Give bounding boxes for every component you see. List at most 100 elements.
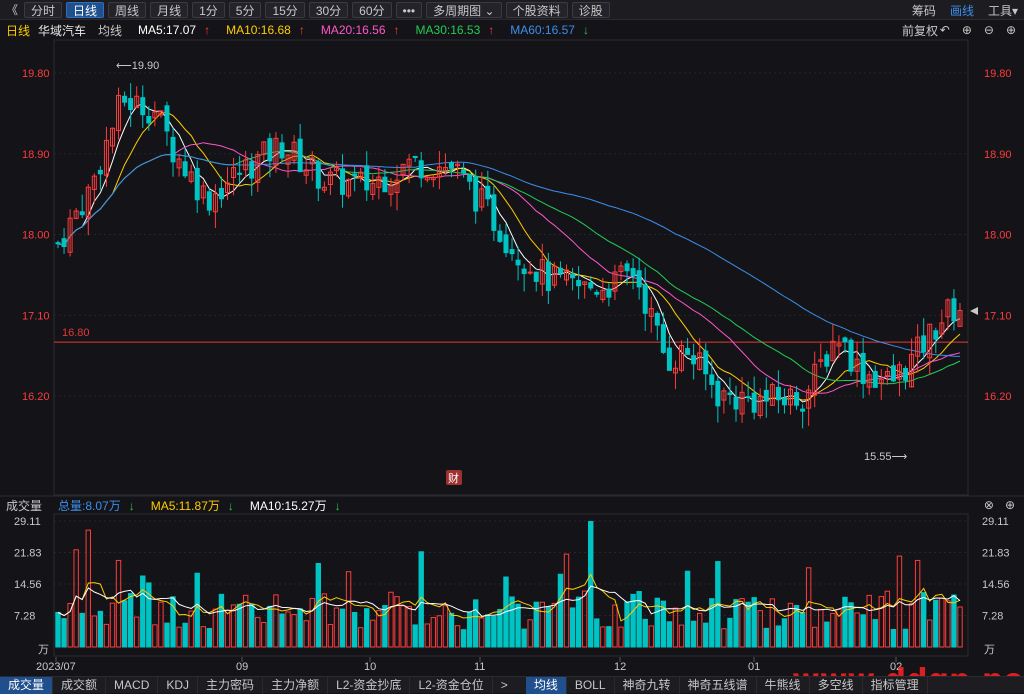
candle-body bbox=[521, 268, 527, 275]
volume-bar bbox=[55, 611, 61, 648]
indicator-tab-14[interactable]: 多空线 bbox=[810, 676, 863, 694]
volume-bar bbox=[787, 602, 794, 648]
volume-bar bbox=[812, 626, 818, 648]
volume-bar bbox=[648, 625, 654, 648]
price-tick-label-right: 19.80 bbox=[984, 68, 1012, 80]
candle-body bbox=[660, 324, 666, 353]
candle-body bbox=[267, 138, 273, 162]
volume-tick-label-left: 7.28 bbox=[14, 610, 35, 622]
candle-body bbox=[364, 165, 370, 191]
volume-bar bbox=[430, 617, 437, 648]
reference-line-label: 16.80 bbox=[62, 327, 90, 339]
indicator-tab-1[interactable]: 成交额 bbox=[53, 676, 107, 694]
indicator-tab-7[interactable]: L2-资金仓位 bbox=[410, 676, 493, 694]
volume-bar bbox=[479, 617, 485, 648]
volume-bar bbox=[127, 593, 134, 648]
volume-tick-label-right: 29.11 bbox=[982, 516, 1009, 528]
volume-bar bbox=[91, 615, 98, 648]
indicator-tab-15[interactable]: 指标管理 bbox=[863, 676, 928, 694]
indicator-tab-10[interactable]: BOLL bbox=[567, 676, 615, 694]
candle-body bbox=[412, 155, 418, 159]
indicator-tab-6[interactable]: L2-资金抄底 bbox=[328, 676, 411, 694]
price-tick-label-right: 17.10 bbox=[984, 310, 1012, 322]
volume-bar bbox=[600, 626, 606, 648]
volume-bar bbox=[557, 573, 564, 648]
volume-bar bbox=[890, 628, 897, 648]
volume-bar bbox=[291, 613, 297, 648]
candle-body bbox=[315, 161, 321, 189]
kline-chart[interactable]: 19.80 19.80 18.90 18.90 18.00 18.00 17.10 17.10… bbox=[0, 0, 1024, 693]
volume-bar bbox=[624, 601, 630, 648]
volume-bar bbox=[660, 600, 667, 648]
candle-body bbox=[382, 176, 388, 193]
candle-body bbox=[140, 97, 146, 116]
volume-bar bbox=[442, 605, 449, 648]
price-tick-label-left: 19.80 bbox=[22, 68, 50, 80]
candles bbox=[55, 83, 963, 429]
candle-body bbox=[340, 168, 346, 195]
indicator-tab-3[interactable]: KDJ bbox=[158, 676, 199, 694]
volume-bar bbox=[79, 612, 85, 648]
volume-bar bbox=[285, 611, 291, 648]
volume-bar bbox=[739, 598, 745, 648]
indicator-tab-8[interactable]: > bbox=[493, 677, 516, 694]
indicator-tab-2[interactable]: MACD bbox=[106, 676, 159, 694]
candle-body bbox=[781, 397, 787, 406]
candle-body bbox=[485, 185, 491, 200]
volume-bar bbox=[436, 615, 443, 648]
volume-bar bbox=[236, 603, 243, 648]
indicator-tab-0[interactable]: 成交量 bbox=[0, 676, 54, 694]
volume-bar bbox=[551, 602, 558, 648]
indicator-tab-11[interactable]: 神奇九转 bbox=[615, 676, 680, 694]
volume-bar bbox=[939, 597, 945, 648]
finance-badge-label: 财 bbox=[448, 471, 459, 485]
volume-bar bbox=[575, 596, 582, 648]
volume-bar bbox=[581, 590, 588, 648]
time-label: 01 bbox=[748, 661, 760, 673]
volume-bar bbox=[370, 619, 376, 648]
volume-bar bbox=[933, 599, 939, 648]
volume-bar bbox=[406, 605, 412, 648]
volume-bar bbox=[527, 619, 533, 648]
volume-bar bbox=[727, 617, 733, 648]
candle-body bbox=[194, 167, 200, 201]
candle-body bbox=[903, 368, 909, 381]
candle-body bbox=[751, 392, 757, 413]
candle-body bbox=[164, 105, 170, 132]
candle-body bbox=[727, 392, 733, 396]
candle-body bbox=[654, 313, 660, 326]
volume-bar bbox=[115, 559, 122, 648]
volume-bar bbox=[866, 594, 872, 648]
volume-bar bbox=[854, 612, 860, 648]
candle-body bbox=[800, 408, 806, 412]
volume-bar bbox=[73, 549, 79, 648]
volume-bar bbox=[696, 612, 703, 648]
candle-body bbox=[497, 230, 503, 242]
volume-bar bbox=[200, 626, 206, 648]
candle-body bbox=[206, 191, 212, 211]
volume-bar bbox=[842, 596, 848, 648]
indicator-tab-9[interactable]: 均线 bbox=[525, 676, 567, 694]
candle-body bbox=[630, 268, 636, 277]
indicator-tab-5[interactable]: 主力净额 bbox=[263, 676, 329, 694]
candle-body bbox=[606, 288, 612, 298]
volume-bar bbox=[690, 620, 697, 648]
candle-body bbox=[588, 282, 594, 289]
volume-bar bbox=[945, 600, 951, 648]
volume-bar bbox=[594, 618, 600, 648]
candle-body bbox=[715, 380, 721, 407]
volume-bar bbox=[267, 605, 273, 648]
time-label: 11 bbox=[474, 661, 485, 673]
candle-body bbox=[872, 370, 878, 388]
candle-body bbox=[182, 161, 188, 177]
volume-bar bbox=[133, 616, 140, 648]
ma60-line bbox=[57, 153, 961, 357]
volume-bar bbox=[563, 553, 570, 648]
time-axis: 2023/07 09 10 11 12 01 02 bbox=[36, 657, 902, 673]
time-label: 12 bbox=[614, 661, 626, 673]
indicator-tab-13[interactable]: 牛熊线 bbox=[757, 676, 810, 694]
candle-body bbox=[491, 194, 497, 231]
indicator-tab-4[interactable]: 主力密码 bbox=[198, 676, 264, 694]
volume-bar bbox=[775, 625, 782, 648]
indicator-tab-12[interactable]: 神奇五线谱 bbox=[680, 676, 757, 694]
